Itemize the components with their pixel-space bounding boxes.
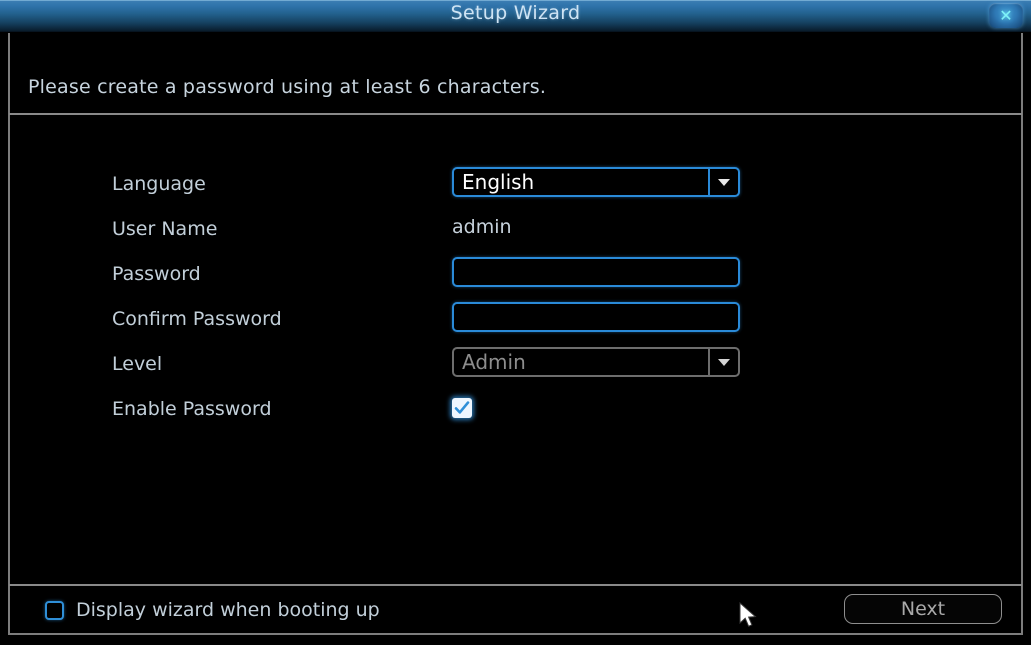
- form-area: Language English User Name admin Passwor…: [0, 115, 1031, 584]
- display-wizard-label: Display wizard when booting up: [76, 599, 380, 621]
- check-icon: [454, 401, 470, 414]
- form-row-language: Language English: [0, 167, 1031, 216]
- frame-bottom-border: [8, 633, 1023, 635]
- window-title: Setup Wizard: [450, 2, 581, 24]
- label-confirm-password: Confirm Password: [112, 308, 282, 330]
- form-row-enable-password: Enable Password: [0, 396, 1031, 441]
- control-password: [452, 257, 740, 287]
- form-row-username: User Name admin: [0, 216, 1031, 261]
- language-select[interactable]: English: [452, 167, 740, 197]
- language-select-value: English: [462, 170, 535, 194]
- control-enable-password: [452, 398, 472, 418]
- level-select: Admin: [452, 347, 740, 377]
- control-confirm-password: [452, 302, 740, 332]
- setup-wizard-window: Setup Wizard ✕ Please create a password …: [0, 0, 1031, 645]
- titlebar: Setup Wizard ✕: [0, 0, 1031, 32]
- close-x-icon: ✕: [999, 5, 1013, 25]
- label-password: Password: [112, 263, 201, 285]
- label-enable-password: Enable Password: [112, 398, 272, 420]
- confirm-password-input[interactable]: [452, 302, 740, 332]
- titlebar-highlight: [0, 0, 1031, 1]
- footer-bar: Display wizard when booting up Next: [0, 586, 1031, 633]
- user-name-value: admin: [452, 216, 512, 238]
- control-user-name: admin: [452, 212, 512, 242]
- label-user-name: User Name: [112, 218, 218, 240]
- display-wizard-checkbox[interactable]: [45, 600, 64, 620]
- chevron-down-icon: [718, 178, 730, 186]
- form-row-password: Password: [0, 257, 1031, 306]
- enable-password-checkbox[interactable]: [452, 398, 472, 418]
- label-level: Level: [112, 353, 163, 375]
- form-row-level: Level Admin: [0, 347, 1031, 396]
- display-wizard-row[interactable]: Display wizard when booting up: [45, 599, 380, 621]
- control-language: English: [452, 167, 740, 197]
- control-level: Admin: [452, 347, 740, 377]
- language-select-button[interactable]: [708, 169, 738, 195]
- level-select-button: [708, 349, 738, 375]
- password-input[interactable]: [452, 257, 740, 287]
- instruction-text: Please create a password using at least …: [28, 76, 547, 98]
- close-button[interactable]: ✕: [989, 3, 1023, 28]
- label-language: Language: [112, 173, 206, 195]
- level-select-value: Admin: [462, 350, 526, 374]
- form-row-confirm-password: Confirm Password: [0, 302, 1031, 351]
- next-button[interactable]: Next: [844, 594, 1002, 624]
- chevron-down-icon: [718, 358, 730, 366]
